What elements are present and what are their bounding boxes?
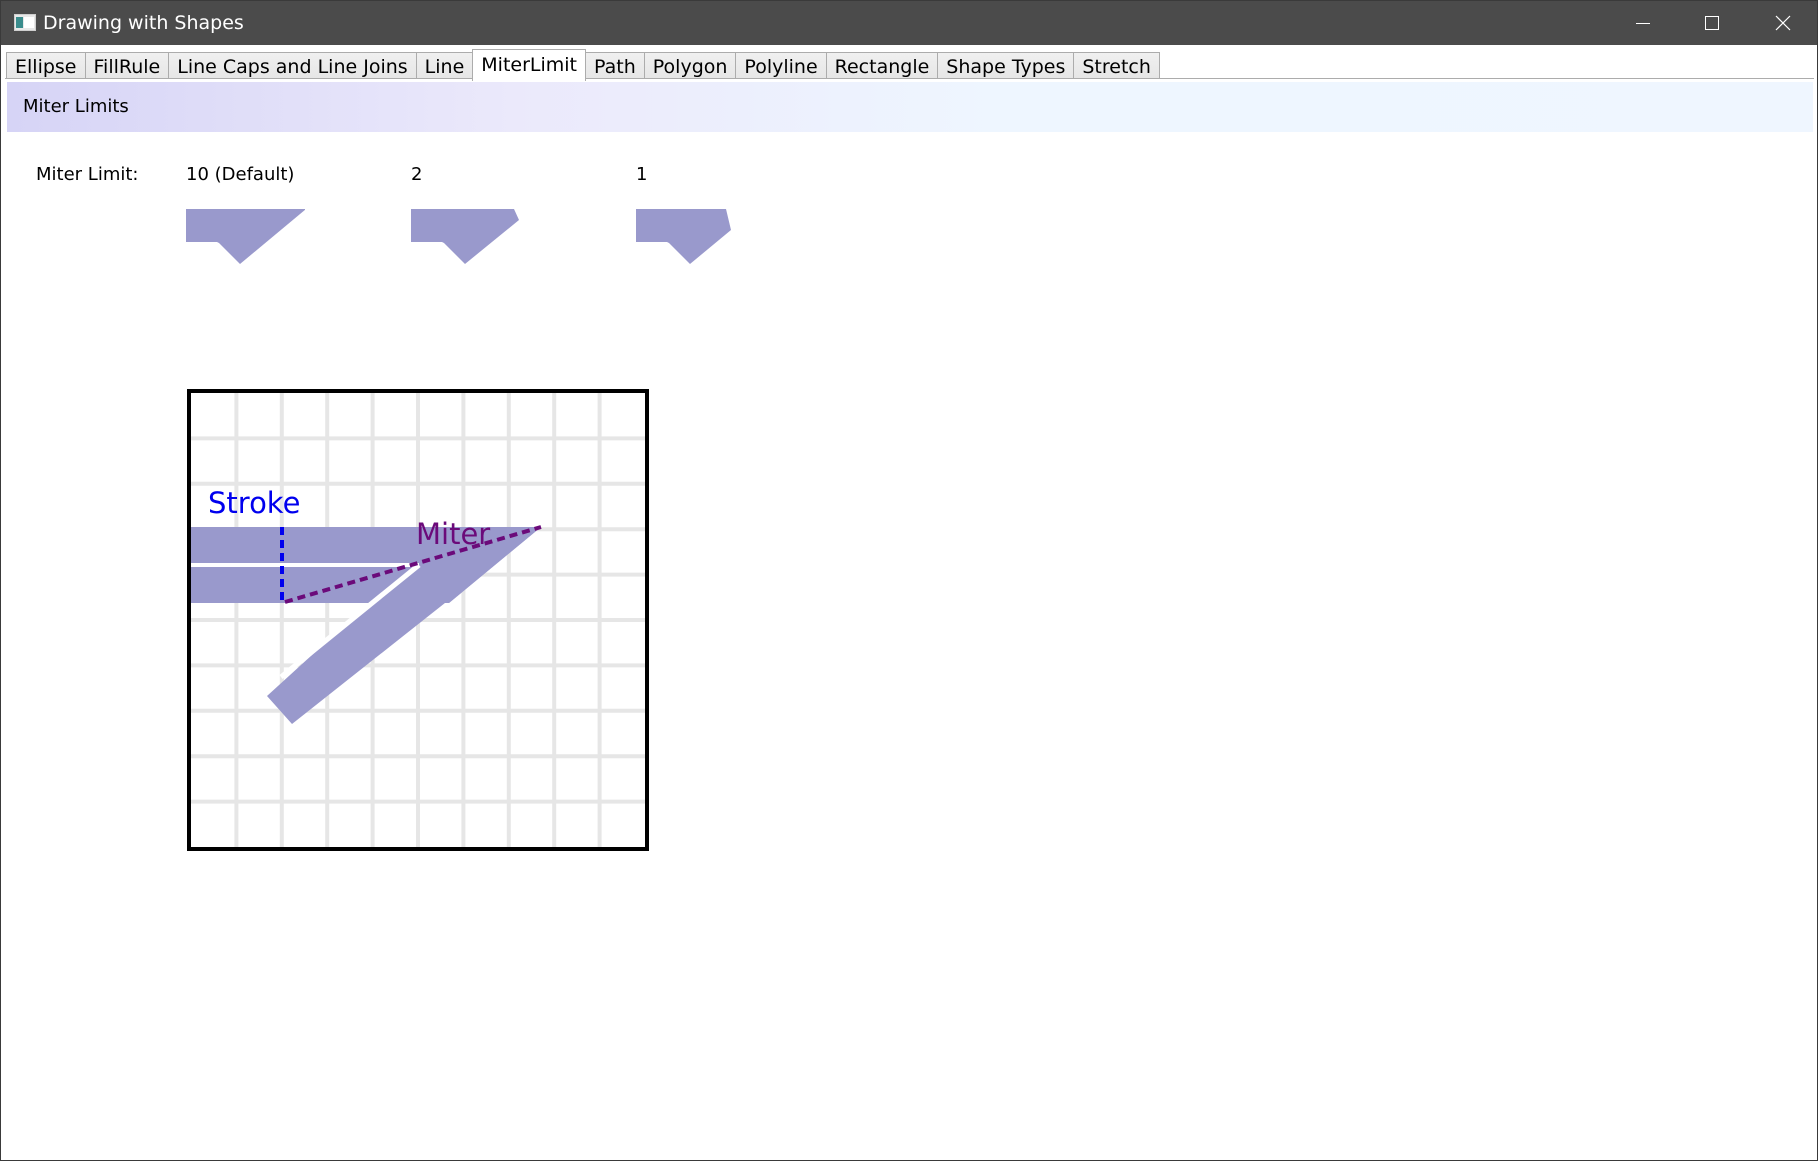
tab-list: Ellipse FillRule Line Caps and Line Join… <box>6 49 1160 81</box>
miter-join-shape-1 <box>636 209 731 264</box>
miter-diagram: Stroke Miter <box>187 389 649 851</box>
minimize-icon <box>1636 23 1650 24</box>
miter-label: Miter <box>416 517 490 551</box>
miter-sample-2 <box>411 209 519 264</box>
close-icon <box>1775 15 1791 31</box>
tab-strip: Ellipse FillRule Line Caps and Line Join… <box>1 45 1817 81</box>
app-window-icon <box>14 14 36 31</box>
tab-rectangle[interactable]: Rectangle <box>825 52 939 81</box>
miter-limit-value-default: 10 (Default) <box>186 164 295 185</box>
tab-miterlimit[interactable]: MiterLimit <box>472 49 587 81</box>
tab-polyline[interactable]: Polyline <box>735 52 827 81</box>
maximize-icon <box>1705 16 1719 30</box>
tab-fillrule[interactable]: FillRule <box>84 52 170 81</box>
section-title: Miter Limits <box>23 96 129 117</box>
miter-limit-label: Miter Limit: <box>36 164 139 185</box>
tab-shape-types[interactable]: Shape Types <box>937 52 1075 81</box>
stroke-label: Stroke <box>208 486 300 520</box>
miter-sample-1 <box>636 209 731 264</box>
tab-ellipse[interactable]: Ellipse <box>6 52 86 81</box>
miter-join-shape-2 <box>411 209 519 264</box>
title-bar[interactable]: Drawing with Shapes <box>1 1 1817 45</box>
minimize-button[interactable] <box>1608 1 1678 45</box>
close-button[interactable] <box>1748 1 1818 45</box>
miter-sample-default <box>186 209 305 264</box>
tab-polygon[interactable]: Polygon <box>643 52 737 81</box>
maximize-button[interactable] <box>1677 1 1747 45</box>
window-title: Drawing with Shapes <box>43 12 244 34</box>
tab-stretch[interactable]: Stretch <box>1073 52 1160 81</box>
app-window: Drawing with Shapes Ellipse FillRule Lin… <box>0 0 1818 1161</box>
miter-limit-value-2: 2 <box>411 164 423 185</box>
section-header: Miter Limits <box>7 82 1813 132</box>
tab-path[interactable]: Path <box>585 52 645 81</box>
tab-line[interactable]: Line <box>415 52 474 81</box>
tab-line-caps-and-line-joins[interactable]: Line Caps and Line Joins <box>168 52 417 81</box>
miter-join-shape-default <box>186 209 305 264</box>
tab-content: Miter Limits Miter Limit: 10 (Default) 2… <box>5 78 1814 1159</box>
miter-limit-value-1: 1 <box>636 164 648 185</box>
